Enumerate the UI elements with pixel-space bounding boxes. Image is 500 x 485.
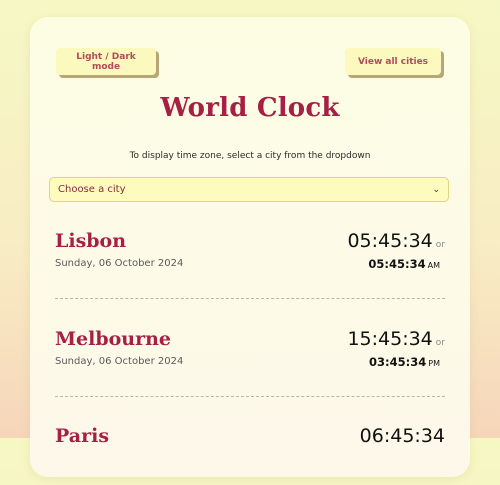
time-24h: 05:45:34 or [347, 230, 445, 252]
time-12h-value: 05:45:34 [368, 257, 426, 271]
city-divider [55, 298, 445, 299]
time-24h-value: 06:45:34 [359, 425, 445, 447]
time-24h: 15:45:34 or [347, 328, 445, 350]
ampm-label: PM [428, 359, 440, 368]
city-row-paris: Paris 06:45:34 [55, 425, 445, 485]
city-divider [55, 396, 445, 397]
view-all-cities-button[interactable]: View all cities [345, 48, 441, 75]
chevron-down-icon: ⌄ [432, 184, 440, 195]
ampm-label: AM [427, 261, 440, 270]
city-name: Paris [55, 425, 110, 447]
city-name: Melbourne [55, 328, 172, 350]
city-row-lisbon: Lisbon Sunday, 06 October 2024 05:45:34 o… [55, 230, 445, 290]
city-select-value: Choose a city [58, 184, 126, 195]
time-12h: 03:45:34 PM [369, 355, 440, 369]
city-select[interactable]: Choose a city ⌄ [49, 177, 449, 202]
or-label: or [435, 240, 445, 250]
time-12h-value: 03:45:34 [369, 355, 427, 369]
time-24h-value: 05:45:34 [347, 230, 433, 252]
page-title: World Clock [160, 93, 340, 123]
city-date: Sunday, 06 October 2024 [55, 258, 184, 269]
time-24h: 06:45:34 [360, 425, 445, 447]
time-12h: 05:45:34 AM [368, 257, 440, 271]
world-clock-card: Light / Dark mode View all cities World … [30, 17, 470, 477]
city-row-melbourne: Melbourne Sunday, 06 October 2024 15:45:… [55, 328, 445, 388]
or-label: or [435, 338, 445, 348]
time-24h-value: 15:45:34 [347, 328, 433, 350]
light-dark-mode-button[interactable]: Light / Dark mode [56, 48, 156, 75]
city-name: Lisbon [55, 230, 127, 252]
city-date: Sunday, 06 October 2024 [55, 356, 184, 367]
page-subtitle: To display time zone, select a city from… [129, 151, 371, 161]
